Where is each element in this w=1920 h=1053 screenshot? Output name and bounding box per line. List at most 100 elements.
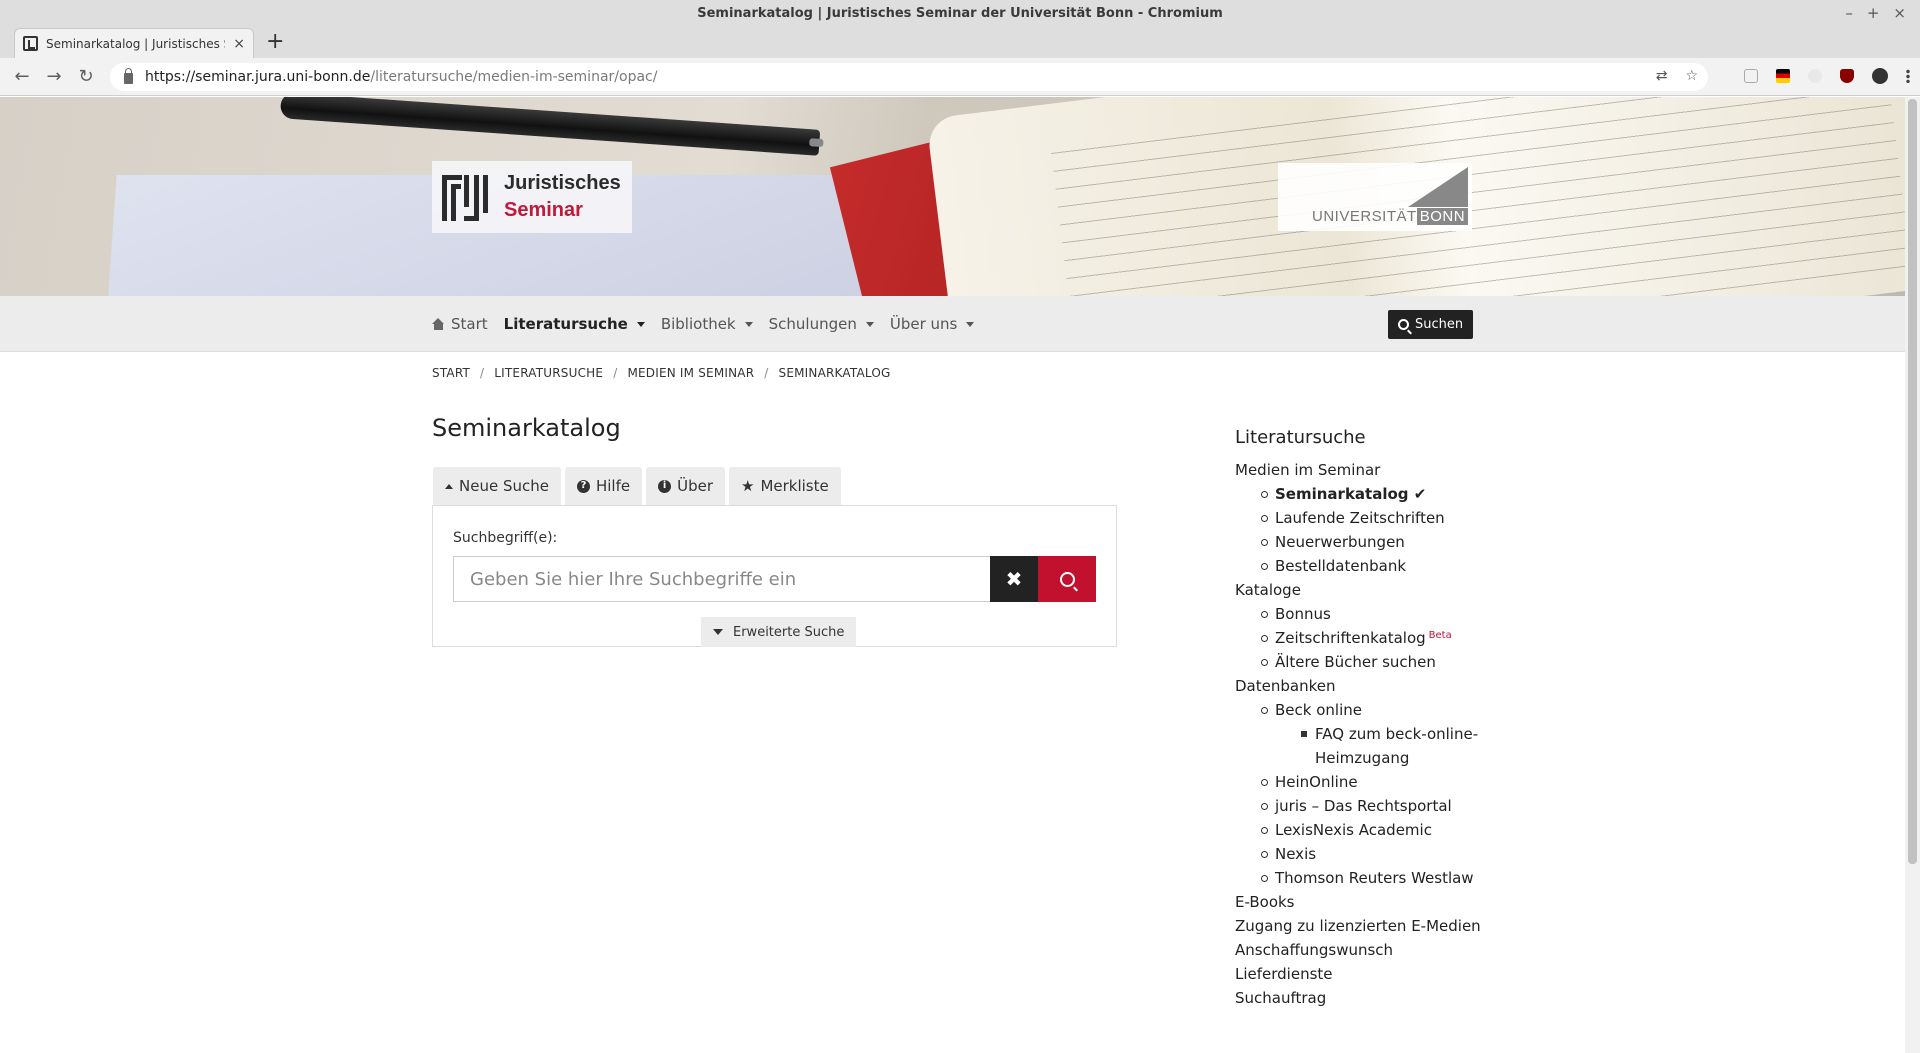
privacy-extension-icon[interactable]	[1808, 69, 1822, 83]
sidebar-item-lexisnexis[interactable]: LexisNexis Academic	[1261, 818, 1495, 842]
sidebar-item-bestelldatenbank[interactable]: Bestelldatenbank	[1261, 554, 1495, 578]
advanced-search-button[interactable]: Erweiterte Suche	[701, 617, 857, 647]
sidebar-item-suchauftrag[interactable]: Suchauftrag	[1235, 986, 1495, 1010]
university-logo-corner	[1408, 167, 1468, 207]
breadcrumb-literatursuche[interactable]: LITERATURSUCHE	[494, 366, 603, 380]
tab-neue-suche[interactable]: Neue Suche	[433, 467, 561, 505]
address-bar[interactable]: https://seminar.jura.uni-bonn.de/literat…	[110, 63, 1708, 91]
tab-label: Neue Suche	[459, 477, 549, 495]
nav-item-bibliothek[interactable]: Bibliothek	[661, 315, 753, 333]
forward-button[interactable]: →	[38, 66, 70, 87]
sidebar-item-kataloge[interactable]: Kataloge Bonnus Zeitschriftenkatalog Beta…	[1235, 578, 1495, 674]
sidebar: Literatursuche Medien im Seminar Seminar…	[1235, 427, 1495, 1010]
chevron-down-icon	[865, 321, 874, 327]
url-text[interactable]: https://seminar.jura.uni-bonn.de/literat…	[145, 69, 657, 85]
browser-tab[interactable]: Seminarkatalog | Juristisches S ×	[14, 28, 254, 58]
sidebar-item-lizenzierte-e-medien[interactable]: Zugang zu lizenzierten E-Medien	[1235, 914, 1495, 938]
chevron-up-icon	[445, 483, 453, 489]
breadcrumb-separator: /	[480, 366, 485, 380]
beta-badge: Beta	[1428, 630, 1452, 641]
tab-hilfe[interactable]: ? Hilfe	[564, 467, 643, 505]
chevron-down-icon	[966, 321, 975, 327]
site-favicon-icon	[23, 36, 38, 51]
page-title: Seminarkatalog	[432, 414, 621, 442]
nav-item-literatursuche[interactable]: Literatursuche	[504, 315, 645, 333]
sidebar-item-lieferdienste[interactable]: Lieferdienste	[1235, 962, 1495, 986]
tab-merkliste[interactable]: ★ Merkliste	[729, 467, 841, 505]
sidebar-item-neuerwerbungen[interactable]: Neuerwerbungen	[1261, 530, 1495, 554]
close-window-button[interactable]: ×	[1893, 4, 1906, 22]
breadcrumb-separator: /	[613, 366, 618, 380]
site-search-label: Suchen	[1415, 317, 1464, 332]
university-logo[interactable]: UNIVERSITÄT BONN	[1278, 163, 1472, 231]
sidebar-item-heinonline[interactable]: HeinOnline	[1261, 770, 1495, 794]
university-logo-text: UNIVERSITÄT BONN	[1312, 208, 1469, 225]
chevron-down-icon	[713, 629, 723, 635]
clear-search-button[interactable]: ✖	[990, 556, 1038, 602]
sidebar-item-nexis[interactable]: Nexis	[1261, 842, 1495, 866]
account-icon[interactable]	[1872, 68, 1888, 84]
chat-extension-icon[interactable]	[1744, 69, 1758, 83]
translate-icon[interactable]: ⇄	[1656, 68, 1668, 84]
nav-label-start: Start	[451, 315, 488, 333]
tab-label: Hilfe	[595, 477, 631, 495]
sidebar-item-anschaffungswunsch[interactable]: Anschaffungswunsch	[1235, 938, 1495, 962]
bookmark-star-icon[interactable]: ☆	[1685, 68, 1698, 84]
browser-menu-icon[interactable]	[1906, 69, 1910, 83]
reload-button[interactable]: ↻	[70, 66, 102, 87]
breadcrumb-seminarkatalog[interactable]: SEMINARKATALOG	[779, 366, 891, 380]
nav-item-schulungen[interactable]: Schulungen	[769, 315, 874, 333]
tab-ueber[interactable]: i Über	[646, 467, 725, 505]
sidebar-item-datenbanken[interactable]: Datenbanken Beck online FAQ zum beck-onl…	[1235, 674, 1495, 890]
breadcrumb-start[interactable]: START	[432, 366, 470, 380]
search-tabs: Neue Suche ? Hilfe i Über ★ Merkliste	[433, 467, 841, 505]
back-button[interactable]: ←	[6, 66, 38, 87]
ublock-icon[interactable]	[1840, 69, 1854, 83]
search-label: Suchbegriff(e):	[453, 530, 558, 546]
scrollbar-thumb[interactable]	[1908, 99, 1917, 864]
home-icon	[432, 318, 445, 330]
sidebar-item-laufende-zeitschriften[interactable]: Laufende Zeitschriften	[1261, 506, 1495, 530]
sidebar-item-beck-online[interactable]: Beck online FAQ zum beck-online-Heimzuga…	[1261, 698, 1495, 770]
nav-item-start[interactable]: Start	[432, 315, 488, 333]
window-titlebar: Seminarkatalog | Juristisches Seminar de…	[0, 0, 1920, 28]
breadcrumb-medien-im-seminar[interactable]: MEDIEN IM SEMINAR	[627, 366, 754, 380]
sidebar-item-westlaw[interactable]: Thomson Reuters Westlaw	[1261, 866, 1495, 890]
page-scrollbar[interactable]	[1905, 97, 1920, 1053]
submit-search-button[interactable]	[1038, 556, 1096, 602]
minimize-button[interactable]: –	[1845, 4, 1853, 22]
chevron-down-icon	[744, 321, 753, 327]
search-input[interactable]	[453, 556, 990, 602]
sidebar-item-medien-im-seminar[interactable]: Medien im Seminar Seminarkatalog ✔ Laufe…	[1235, 458, 1495, 578]
header-banner: Juristisches Seminar UNIVERSITÄT BONN	[0, 97, 1905, 296]
search-icon	[1059, 571, 1075, 587]
sidebar-item-seminarkatalog[interactable]: Seminarkatalog ✔	[1261, 482, 1495, 506]
tab-title: Seminarkatalog | Juristisches S	[46, 36, 226, 51]
tab-close-icon[interactable]: ×	[233, 36, 245, 52]
window-title: Seminarkatalog | Juristisches Seminar de…	[697, 6, 1223, 21]
window-controls: – + ×	[1845, 4, 1906, 22]
new-tab-button[interactable]: +	[266, 31, 284, 53]
site-logo[interactable]: Juristisches Seminar	[432, 161, 632, 233]
bonn-word: BONN	[1416, 208, 1469, 225]
star-icon: ★	[741, 477, 755, 495]
sidebar-label: Kataloge	[1235, 581, 1301, 599]
german-flag-icon[interactable]	[1776, 69, 1790, 83]
sidebar-item-bonnus[interactable]: Bonnus	[1261, 602, 1495, 626]
breadcrumb: START / LITERATURSUCHE / MEDIEN IM SEMIN…	[432, 366, 890, 380]
advanced-search-label: Erweiterte Suche	[733, 624, 845, 640]
sidebar-item-aeltere-buecher[interactable]: Ältere Bücher suchen	[1261, 650, 1495, 674]
logo-text: Juristisches Seminar	[504, 170, 621, 224]
logo-line-juristisches: Juristisches	[504, 172, 621, 194]
nav-label-schulungen: Schulungen	[768, 315, 857, 333]
main-navigation: Start Literatursuche Bibliothek Schulung…	[0, 296, 1905, 352]
sidebar-item-zeitschriftenkatalog[interactable]: Zeitschriftenkatalog Beta	[1261, 626, 1495, 650]
logo-line-seminar: Seminar	[504, 199, 583, 221]
nav-item-ueber-uns[interactable]: Über uns	[890, 315, 975, 333]
sidebar-item-juris[interactable]: juris – Das Rechtsportal	[1261, 794, 1495, 818]
sidebar-item-e-books[interactable]: E-Books	[1235, 890, 1495, 914]
maximize-button[interactable]: +	[1867, 4, 1880, 22]
banner-pen	[279, 97, 821, 156]
site-search-button[interactable]: Suchen	[1388, 310, 1474, 339]
sidebar-item-beck-faq[interactable]: FAQ zum beck-online-Heimzugang	[1301, 722, 1495, 770]
